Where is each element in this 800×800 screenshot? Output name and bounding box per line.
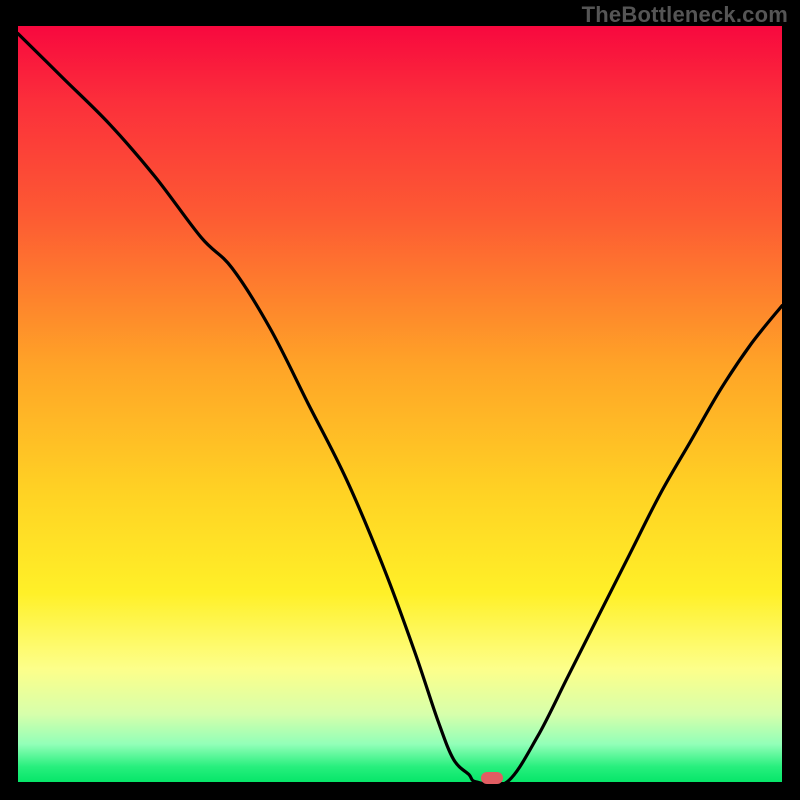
bottleneck-curve: [18, 26, 782, 782]
plot-container: [18, 26, 782, 782]
chart-frame: TheBottleneck.com: [0, 0, 800, 800]
minimum-marker: [481, 772, 503, 784]
curve-path: [18, 34, 782, 782]
watermark-text: TheBottleneck.com: [582, 2, 788, 28]
